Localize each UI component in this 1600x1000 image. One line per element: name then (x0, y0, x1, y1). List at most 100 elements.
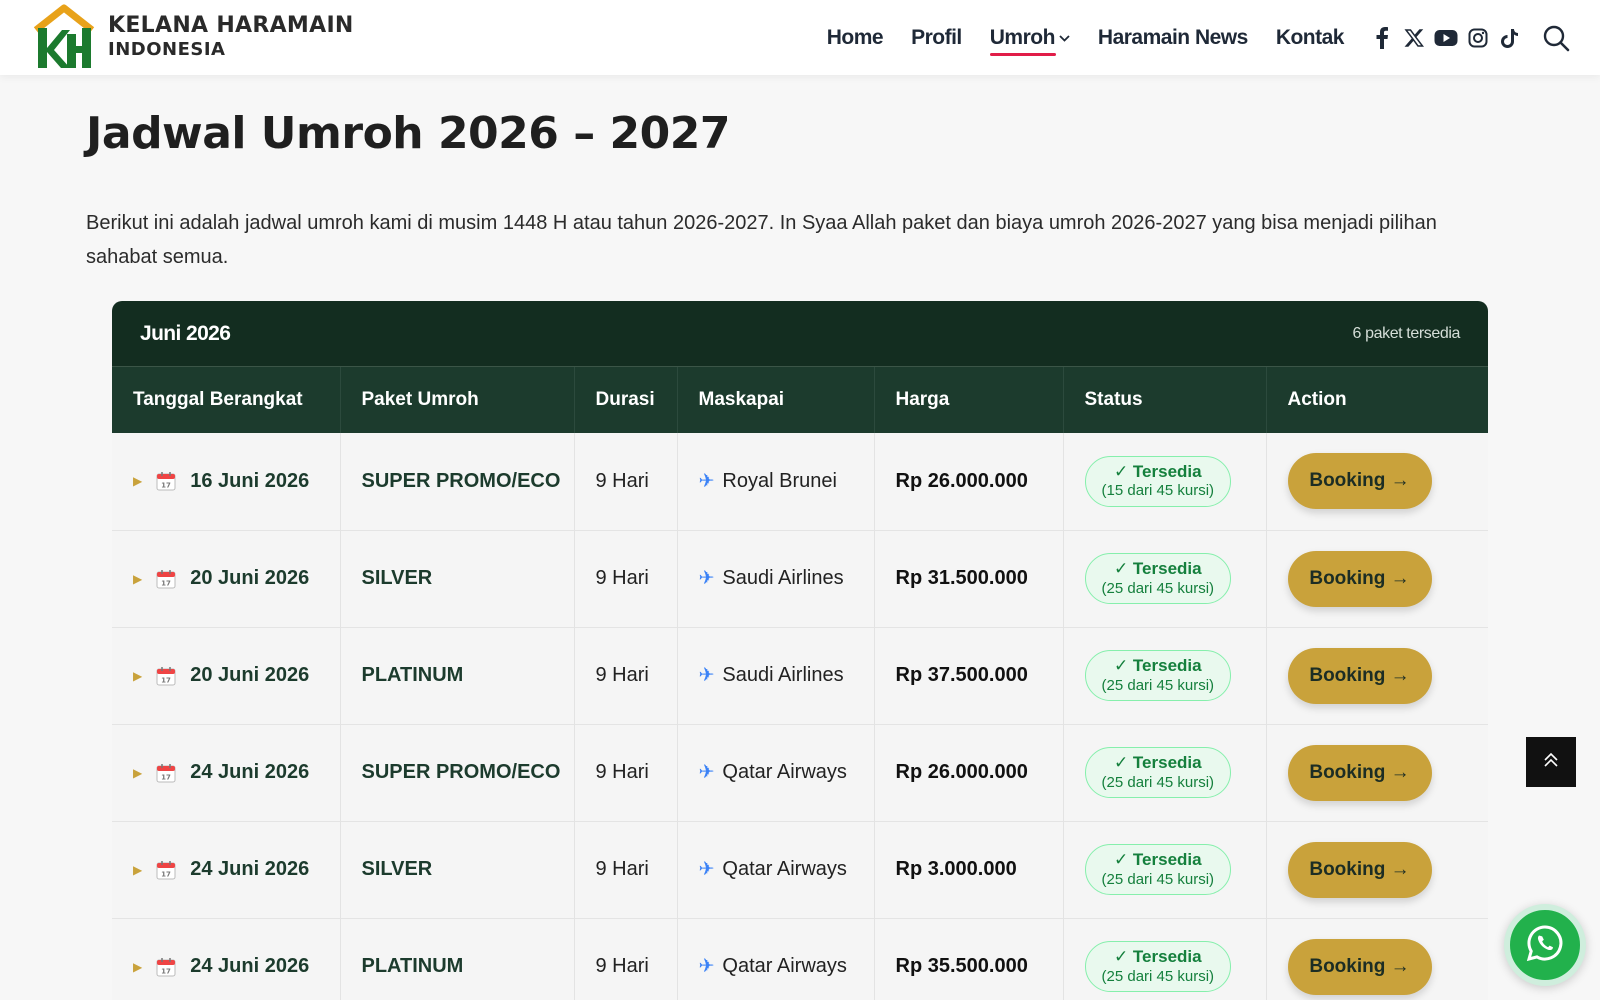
calendar-icon: 17 (156, 471, 176, 491)
nav-home[interactable]: Home (827, 26, 884, 50)
instagram-icon[interactable] (1466, 26, 1490, 50)
price: Rp 26.000.000 (895, 761, 1028, 783)
facebook-icon[interactable] (1370, 26, 1394, 50)
airline-name: Saudi Airlines (722, 664, 844, 686)
expand-toggle-icon[interactable]: ▶ (133, 960, 142, 974)
package-cell: PLATINUM (340, 918, 575, 1000)
package-cell: SUPER PROMO/ECO (340, 433, 575, 530)
intro-text: Berikut ini adalah jadwal umroh kami di … (86, 212, 1437, 268)
booking-button[interactable]: Booking → (1287, 550, 1432, 607)
seat-availability: (15 dari 45 kursi) (1101, 482, 1215, 500)
schedule-table: Tanggal Berangkat Paket Umroh Durasi Mas… (112, 367, 1488, 1000)
booking-button[interactable]: Booking → (1287, 647, 1432, 704)
nav-umroh[interactable]: Umroh (989, 26, 1070, 56)
col-tanggal: Tanggal Berangkat (112, 367, 341, 433)
logo-mark-icon (32, 4, 96, 70)
package-cell: PLATINUM (340, 627, 575, 724)
airline-cell: ✈ Saudi Airlines (677, 530, 875, 627)
svg-text:17: 17 (161, 579, 171, 587)
duration-cell: 9 Hari (574, 724, 678, 821)
booking-button[interactable]: Booking → (1287, 744, 1432, 801)
svg-text:17: 17 (161, 967, 171, 975)
site-header: KELANA HARAMAIN INDONESIA Home Profil Um… (0, 0, 1600, 75)
duration-cell: 9 Hari (574, 530, 678, 627)
tiktok-icon[interactable] (1498, 26, 1522, 50)
airline-name: Saudi Airlines (722, 567, 844, 589)
svg-text:17: 17 (161, 676, 171, 684)
table-row: ▶ 17 24 Juni 2026 PLATINUM 9 Hari ✈ Qatar Airw… (112, 918, 1488, 1000)
table-row: ▶ 17 20 Juni 2026 PLATINUM 9 Hari ✈ Saudi Airl… (112, 627, 1488, 724)
scroll-top-button[interactable] (1526, 737, 1576, 787)
duration-cell: 9 Hari (574, 627, 678, 724)
airplane-icon: ✈ (698, 859, 715, 880)
svg-text:17: 17 (161, 870, 171, 878)
package-name: SILVER (361, 858, 433, 880)
airline-cell: ✈ Qatar Airways (677, 821, 875, 918)
status-badge: ✓ Tersedia (25 dari 45 kursi) (1084, 552, 1232, 605)
nav-profil[interactable]: Profil (911, 26, 962, 50)
airplane-icon: ✈ (698, 762, 715, 783)
expand-toggle-icon[interactable]: ▶ (133, 863, 142, 877)
table-row: ▶ 17 16 Juni 2026 SUPER PROMO/ECO 9 Hari ✈ Roy… (112, 433, 1488, 530)
whatsapp-button[interactable] (1504, 904, 1586, 986)
status-cell: ✓ Tersedia (25 dari 45 kursi) (1063, 530, 1267, 627)
schedule-month: Juni 2026 (140, 321, 231, 345)
table-row: ▶ 17 24 Juni 2026 SUPER PROMO/ECO 9 Hari ✈ Qat… (112, 724, 1488, 821)
departure-date: 20 Juni 2026 (190, 664, 310, 686)
expand-toggle-icon[interactable]: ▶ (133, 669, 142, 683)
date-cell: ▶ 17 20 Juni 2026 (112, 530, 341, 627)
seat-availability: (25 dari 45 kursi) (1101, 773, 1215, 791)
booking-button[interactable]: Booking → (1287, 453, 1432, 510)
price-cell: Rp 37.500.000 (874, 627, 1064, 724)
schedule-card-header: Juni 2026 6 paket tersedia (112, 301, 1488, 367)
calendar-icon: 17 (156, 569, 176, 589)
expand-toggle-icon[interactable]: ▶ (133, 474, 142, 488)
departure-date: 24 Juni 2026 (190, 761, 310, 783)
site-logo[interactable]: KELANA HARAMAIN INDONESIA (32, 4, 354, 70)
seat-availability: (25 dari 45 kursi) (1101, 870, 1215, 888)
price: Rp 37.500.000 (895, 664, 1028, 686)
airline-name: Qatar Airways (722, 955, 847, 977)
youtube-icon[interactable] (1434, 26, 1458, 50)
page-title: Jadwal Umroh 2026 – 2027 (86, 108, 731, 159)
action-cell: Booking → (1266, 821, 1488, 918)
package-name: SILVER (361, 567, 433, 589)
booking-button[interactable]: Booking → (1287, 938, 1432, 995)
package-cell: SUPER PROMO/ECO (340, 724, 575, 821)
status-badge: ✓ Tersedia (25 dari 45 kursi) (1084, 649, 1232, 702)
date-cell: ▶ 17 16 Juni 2026 (112, 433, 341, 530)
brand-subname: INDONESIA (108, 39, 226, 60)
chevron-down-icon (1059, 31, 1070, 45)
table-row: ▶ 17 20 Juni 2026 SILVER 9 Hari ✈ Saudi Airlin… (112, 530, 1488, 627)
status-badge: ✓ Tersedia (15 dari 45 kursi) (1084, 455, 1232, 507)
expand-toggle-icon[interactable]: ▶ (133, 572, 142, 586)
col-durasi: Durasi (574, 367, 678, 433)
col-paket: Paket Umroh (340, 367, 575, 433)
action-cell: Booking → (1266, 433, 1488, 530)
status-cell: ✓ Tersedia (15 dari 45 kursi) (1063, 433, 1267, 530)
airplane-icon: ✈ (698, 568, 715, 589)
search-icon[interactable] (1542, 24, 1570, 52)
nav-umroh-label: Umroh (989, 26, 1056, 49)
departure-date: 16 Juni 2026 (190, 469, 310, 492)
chevrons-up-icon (1542, 751, 1560, 774)
nav-haramain-news[interactable]: Haramain News (1098, 26, 1248, 50)
price: Rp 26.000.000 (895, 469, 1028, 492)
social-links (1370, 26, 1522, 50)
seat-availability: (25 dari 45 kursi) (1101, 676, 1215, 694)
status-label: ✓ Tersedia (1113, 461, 1202, 481)
airline-cell: ✈ Saudi Airlines (677, 627, 875, 724)
x-icon[interactable] (1402, 26, 1426, 50)
duration-cell: 9 Hari (574, 918, 678, 1000)
booking-button[interactable]: Booking → (1287, 841, 1432, 898)
airline-cell: ✈ Qatar Airways (677, 724, 875, 821)
expand-toggle-icon[interactable]: ▶ (133, 766, 142, 780)
status-label: ✓ Tersedia (1113, 946, 1202, 966)
airline-name: Qatar Airways (722, 858, 847, 880)
nav-kontak[interactable]: Kontak (1276, 26, 1345, 50)
departure-date: 24 Juni 2026 (190, 955, 310, 977)
price-cell: Rp 26.000.000 (874, 724, 1064, 821)
action-cell: Booking → (1266, 724, 1488, 821)
date-cell: ▶ 17 24 Juni 2026 (112, 821, 341, 918)
status-label: ✓ Tersedia (1113, 655, 1202, 675)
